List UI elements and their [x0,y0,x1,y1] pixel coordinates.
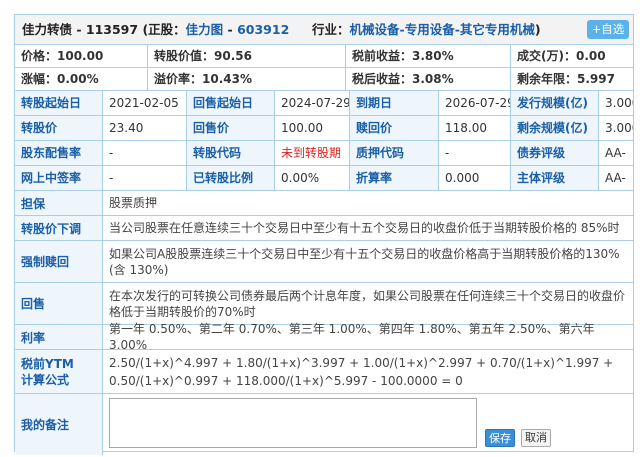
info-label: 回售起始日 [187,91,275,115]
info-value: AA- [605,146,626,160]
info-label: 主体评级 [511,166,599,190]
quote-conversion-value: 转股价值：90.56 [148,45,346,67]
bond-header: 佳力转债 - 113597 (正股：佳力图 - 603912 行业：机械设备-专… [15,15,633,45]
info-label: 已转股比例 [187,166,275,190]
term-row-forced-redemption: 强制赎回 如果公司A股股票连续三十个交易日中至少有十五个交易日的收盘价格高于当期… [15,241,633,283]
quote-row: 价格：100.00 转股价值：90.56 税前收益：3.80% 成交(万)：0.… [15,45,633,68]
stock-code-link[interactable]: 603912 [237,22,289,37]
info-label: 转股价 [15,116,103,140]
info-row: 网上中签率 - 已转股比例 0.00% 折算率 0.000 主体评级 AA- [15,166,633,191]
info-label: 转股代码 [187,141,275,165]
info-label: 股东配售率 [15,141,103,165]
info-label: 剩余规模(亿) [511,116,599,140]
cancel-button[interactable]: 取消 [521,429,551,447]
term-value: 股票质押 [109,196,158,210]
ytm-label-line1: 税前YTM [21,356,74,371]
notes-controls: 保存 取消 [103,394,633,455]
quote-row: 涨幅：0.00% 溢价率：10.43% 税后收益：3.08% 剩余年限：5.99… [15,68,633,91]
term-label: 转股价下调 [15,216,103,240]
info-value: - [103,141,187,165]
info-value: - [439,141,511,165]
info-row: 转股起始日 2021-02-05 回售起始日 2024-07-29 到期日 20… [15,91,633,116]
term-label: 担保 [15,191,103,215]
info-value: 2024-07-29 [275,91,350,115]
info-value: AA- [605,171,626,185]
quote-aftertax-yield: 税后收益：3.08% [346,68,511,90]
term-value: 在本次发行的可转换公司债券最后两个计息年度，如果公司股票在任何连续三十个交易日的… [109,288,626,319]
info-label: 到期日 [350,91,439,115]
info-label: 债券评级 [511,141,599,165]
info-label: 赎回价 [350,116,439,140]
info-row: 转股价 23.40 回售价 100.00 赎回价 118.00 剩余规模(亿) … [15,116,633,141]
info-value: 100.00 [275,116,350,140]
info-label: 回售价 [187,116,275,140]
bond-detail-panel: 佳力转债 - 113597 (正股：佳力图 - 603912 行业：机械设备-专… [14,14,634,455]
term-value: 当公司股票在任意连续三十个交易日中至少有十五个交易日的收盘价低于当期转股价格的 … [109,221,620,235]
term-row-interest: 利率 第一年 0.50%、第二年 0.70%、第三年 1.00%、第四年 1.8… [15,322,633,352]
stock-sep: - [223,22,238,37]
industry-suffix: ) [534,22,541,37]
info-label: 转股起始日 [15,91,103,115]
term-row-guarantee: 担保 股票质押 [15,191,633,216]
info-value: 0.000 [439,166,511,190]
notes-row: 我的备注 保存 取消 [15,394,633,455]
conversion-code-status: 未到转股期 [275,141,350,165]
quote-pretax-yield: 税前收益：3.80% [346,45,511,67]
term-label: 利率 [15,325,103,349]
term-value: 第一年 0.50%、第二年 0.70%、第三年 1.00%、第四年 1.80%、… [109,322,595,352]
notes-label: 我的备注 [15,394,103,455]
quote-change: 涨幅：0.00% [15,68,148,90]
bond-title: 佳力转债 - 113597 [22,22,139,37]
term-row-downward-revision: 转股价下调 当公司股票在任意连续三十个交易日中至少有十五个交易日的收盘价低于当期… [15,216,633,241]
stock-prefix: (正股： [142,22,186,37]
stock-name-link[interactable]: 佳力图 [186,22,224,37]
ytm-label-line2: 计算公式 [21,372,70,387]
info-value: 3.000 [605,96,633,110]
info-row: 股东配售率 - 转股代码 未到转股期 质押代码 - 债券评级 AA- [15,141,633,166]
info-value: 2026-07-29 [439,91,511,115]
quote-premium: 溢价率：10.43% [148,68,346,90]
info-value: 2021-02-05 [103,91,187,115]
info-label: 发行规模(亿) [511,91,599,115]
info-value: 3.000 [605,121,633,135]
term-value: 如果公司A股股票连续三十个交易日中至少有十五个交易日的收盘价格高于当期转股价格的… [109,246,620,277]
add-watchlist-button[interactable]: +自选 [587,20,629,39]
quote-volume: 成交(万)：0.00 [517,49,606,63]
info-value: 118.00 [439,116,511,140]
info-label: 质押代码 [350,141,439,165]
info-value: 0.00% [275,166,350,190]
info-value: - [103,166,187,190]
quote-remaining-years: 剩余年限：5.997 [517,72,615,86]
quote-price: 价格：100.00 [15,45,148,67]
info-value: 23.40 [103,116,187,140]
industry-link[interactable]: 机械设备-专用设备-其它专用机械 [350,22,535,37]
term-label: 回售 [15,283,103,324]
info-label: 网上中签率 [15,166,103,190]
term-label: 税前YTM 计算公式 [15,350,103,393]
ytm-formula: 2.50/(1+x)^4.997 + 1.80/(1+x)^3.997 + 1.… [109,355,614,388]
info-label: 折算率 [350,166,439,190]
notes-textarea[interactable] [109,398,477,448]
term-row-putback: 回售 在本次发行的可转换公司债券最后两个计息年度，如果公司股票在任何连续三十个交… [15,283,633,325]
save-button[interactable]: 保存 [485,429,515,447]
term-row-ytm-formula: 税前YTM 计算公式 2.50/(1+x)^4.997 + 1.80/(1+x)… [15,350,633,394]
industry-prefix: 行业： [311,22,350,37]
term-label: 强制赎回 [15,241,103,282]
